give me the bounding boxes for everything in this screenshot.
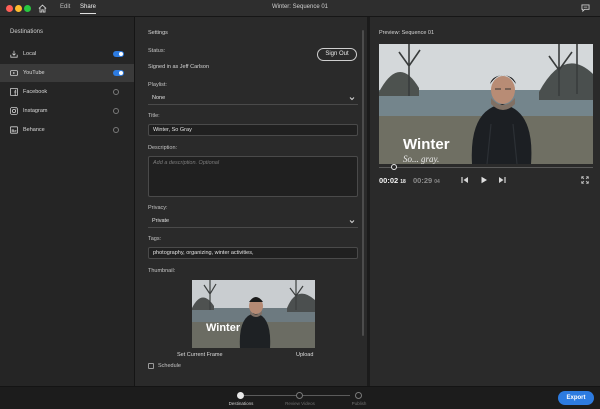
- window-title: Winter: Sequence 01: [271, 4, 329, 10]
- playhead-handle[interactable]: [390, 164, 397, 170]
- tags-input[interactable]: photography, organizing, winter activiti…: [148, 247, 358, 259]
- sign-out-button[interactable]: Sign Out: [317, 48, 357, 61]
- youtube-icon: [10, 70, 18, 76]
- upload-link[interactable]: Upload: [296, 352, 313, 358]
- playlist-select[interactable]: None: [148, 93, 358, 105]
- svg-text:Be: Be: [11, 128, 17, 133]
- step-destinations-dot[interactable]: [237, 392, 244, 399]
- sidebar-item-local[interactable]: Local: [0, 45, 134, 63]
- behance-icon: Be: [10, 126, 18, 134]
- current-timecode: 00:02 18: [379, 176, 406, 185]
- sidebar-item-label: Facebook: [23, 89, 48, 95]
- step-back-icon[interactable]: [461, 176, 469, 184]
- preview-video[interactable]: Winter So... gray.: [379, 44, 593, 164]
- title-input[interactable]: Winter, So Gray: [148, 124, 358, 136]
- settings-title: Settings: [148, 30, 168, 36]
- thumbnail-image: Winter: [192, 280, 315, 348]
- chevron-down-icon: [349, 97, 355, 101]
- step-review-dot[interactable]: [296, 392, 303, 399]
- playlist-value: None: [152, 95, 166, 101]
- video-overlay-title: Winter: [403, 136, 450, 153]
- chevron-down-icon: [349, 220, 355, 224]
- instagram-toggle[interactable]: [113, 108, 124, 114]
- duration-timecode: 00:29 04: [413, 176, 440, 185]
- sidebar-item-label: YouTube: [23, 70, 45, 76]
- thumbnail-label: Thumbnail:: [148, 268, 176, 274]
- settings-panel: Settings Status: Sign Out Signed in as J…: [135, 17, 367, 386]
- step-publish-label: Publish: [351, 401, 367, 406]
- thumbnail-overlay-title: Winter: [206, 322, 241, 334]
- export-button[interactable]: Export: [558, 391, 594, 405]
- description-textarea[interactable]: Add a description. Optional: [148, 156, 358, 197]
- play-icon[interactable]: [480, 176, 488, 184]
- step-forward-icon[interactable]: [498, 176, 506, 184]
- duration-time: 00:29: [413, 176, 433, 185]
- sidebar-item-label: Behance: [23, 127, 45, 133]
- sidebar-item-label: Local: [23, 51, 37, 57]
- privacy-select[interactable]: Private: [148, 216, 358, 228]
- title-label: Title:: [148, 113, 160, 119]
- current-frames: 18: [400, 179, 406, 185]
- chat-icon[interactable]: [581, 4, 590, 12]
- privacy-label: Privacy:: [148, 205, 168, 211]
- schedule-label: Schedule: [158, 363, 181, 369]
- sidebar-item-behance[interactable]: Be Behance: [0, 121, 134, 139]
- playlist-label: Playlist:: [148, 82, 167, 88]
- facebook-icon: [10, 88, 18, 96]
- set-current-frame-link[interactable]: Set Current Frame: [177, 352, 223, 358]
- behance-toggle[interactable]: [113, 127, 124, 133]
- footer-bar: Destinations Review Videos Publish Expor…: [0, 386, 600, 409]
- fullscreen-icon[interactable]: [581, 176, 589, 184]
- local-toggle[interactable]: [113, 51, 124, 57]
- video-overlay-subtitle: So... gray.: [403, 154, 440, 164]
- preview-panel: Preview: Sequence 01 Winter So... gray. …: [370, 17, 600, 386]
- sidebar-title: Destinations: [10, 29, 44, 35]
- timeline-scrubber[interactable]: [379, 167, 593, 168]
- settings-scrollbar[interactable]: [362, 30, 364, 336]
- download-icon: [10, 50, 18, 58]
- sidebar-item-label: Instagram: [23, 108, 48, 114]
- current-time: 00:02: [379, 176, 399, 185]
- preview-title: Preview: Sequence 01: [379, 30, 435, 36]
- step-destinations-label: Destinations: [228, 401, 254, 406]
- schedule-checkbox[interactable]: [148, 363, 154, 369]
- sidebar-item-youtube[interactable]: YouTube: [0, 64, 134, 82]
- privacy-value: Private: [152, 218, 170, 224]
- step-publish-dot[interactable]: [355, 392, 362, 399]
- sidebar-item-instagram[interactable]: Instagram: [0, 102, 134, 120]
- status-label: Status:: [148, 48, 166, 54]
- destinations-sidebar: Destinations Local YouTube Facebook Inst…: [0, 17, 135, 386]
- description-label: Description:: [148, 145, 178, 151]
- sidebar-item-facebook[interactable]: Facebook: [0, 83, 134, 101]
- instagram-icon: [10, 107, 18, 115]
- title-bar: Edit Share Winter: Sequence 01: [0, 0, 600, 17]
- thumbnail-photo: [192, 280, 315, 348]
- status-value: Signed in as Jeff Carlson: [148, 64, 210, 70]
- youtube-toggle[interactable]: [113, 70, 124, 76]
- duration-frames: 04: [434, 179, 440, 185]
- tags-label: Tags:: [148, 236, 162, 242]
- step-review-label: Review Videos: [285, 401, 315, 406]
- facebook-toggle[interactable]: [113, 89, 124, 95]
